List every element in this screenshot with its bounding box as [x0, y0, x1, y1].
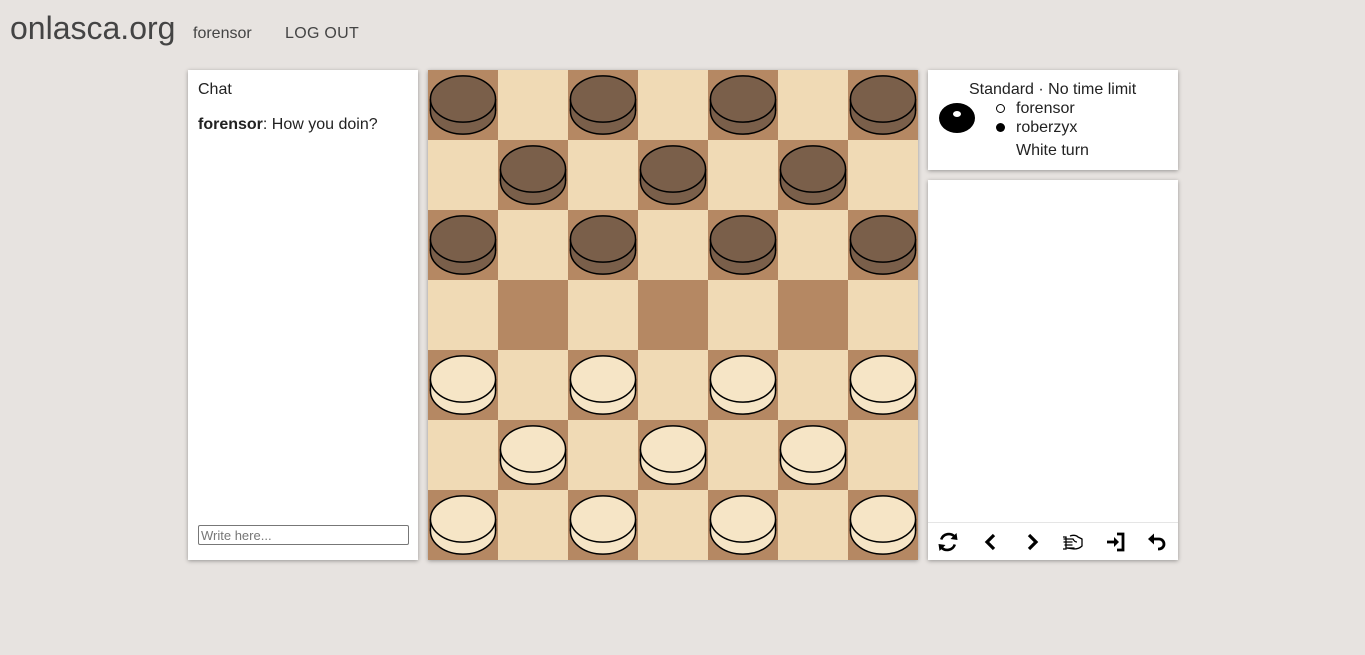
- black-piece[interactable]: [429, 215, 497, 275]
- white-piece[interactable]: [499, 425, 567, 485]
- black-player-dot: [996, 123, 1005, 132]
- top-bar: onlasca.org forensor LOG OUT: [0, 0, 1365, 60]
- chat-message-text: : How you doin?: [262, 116, 378, 133]
- board-square[interactable]: [638, 210, 708, 280]
- board-square[interactable]: [428, 280, 498, 350]
- logout-button[interactable]: LOG OUT: [285, 25, 359, 43]
- black-piece[interactable]: [709, 75, 777, 135]
- white-piece[interactable]: [849, 355, 917, 415]
- board-square[interactable]: [778, 490, 848, 560]
- game-title: Standard · No time limit: [969, 81, 1137, 98]
- nav-username[interactable]: forensor: [193, 25, 252, 43]
- chat-message: forensor: How you doin?: [198, 116, 378, 134]
- next-move-icon: [1027, 533, 1039, 551]
- board-square[interactable]: [638, 490, 708, 560]
- turn-status: White turn: [1016, 142, 1089, 159]
- resign-icon: [1107, 532, 1125, 552]
- board-square[interactable]: [848, 280, 918, 350]
- black-piece[interactable]: [569, 215, 637, 275]
- board-square[interactable]: [638, 350, 708, 420]
- white-piece[interactable]: [779, 425, 847, 485]
- chat-message-author: forensor: [198, 116, 263, 133]
- white-piece[interactable]: [569, 355, 637, 415]
- board-square[interactable]: [428, 140, 498, 210]
- white-piece[interactable]: [569, 495, 637, 555]
- board-square[interactable]: [778, 70, 848, 140]
- white-piece[interactable]: [849, 495, 917, 555]
- board-square[interactable]: [498, 350, 568, 420]
- white-player-dot: [996, 104, 1005, 113]
- moves-panel: [928, 180, 1178, 560]
- game-controls: [928, 522, 1178, 560]
- board-square[interactable]: [708, 420, 778, 490]
- black-piece[interactable]: [499, 145, 567, 205]
- board-square[interactable]: [428, 420, 498, 490]
- black-piece[interactable]: [849, 75, 917, 135]
- black-piece[interactable]: [849, 215, 917, 275]
- chat-title: Chat: [198, 81, 232, 98]
- white-player-name[interactable]: forensor: [1016, 100, 1075, 118]
- previous-move-button[interactable]: [979, 530, 1003, 554]
- board-square[interactable]: [498, 210, 568, 280]
- board-square[interactable]: [708, 140, 778, 210]
- black-player-name[interactable]: roberzyx: [1016, 119, 1077, 137]
- board-square[interactable]: [848, 420, 918, 490]
- flip-board-icon: [938, 532, 958, 552]
- undo-button[interactable]: [1145, 530, 1169, 554]
- white-piece[interactable]: [429, 495, 497, 555]
- offer-draw-button[interactable]: [1061, 530, 1085, 554]
- board-square[interactable]: [778, 350, 848, 420]
- board-square[interactable]: [498, 280, 568, 350]
- undo-icon: [1148, 533, 1166, 551]
- board-square[interactable]: [778, 280, 848, 350]
- black-piece[interactable]: [569, 75, 637, 135]
- board-square[interactable]: [498, 490, 568, 560]
- flip-board-button[interactable]: [936, 530, 960, 554]
- white-piece[interactable]: [709, 495, 777, 555]
- board-square[interactable]: [498, 70, 568, 140]
- black-piece[interactable]: [429, 75, 497, 135]
- white-piece[interactable]: [709, 355, 777, 415]
- board-square[interactable]: [568, 420, 638, 490]
- offer-draw-icon: [1063, 534, 1083, 550]
- board-square[interactable]: [778, 210, 848, 280]
- game-info-panel: Standard · No time limit forensor roberz…: [928, 70, 1178, 170]
- game-board[interactable]: [428, 70, 918, 560]
- white-piece[interactable]: [429, 355, 497, 415]
- board-square[interactable]: [638, 70, 708, 140]
- turn-indicator-icon: [939, 103, 975, 133]
- black-piece[interactable]: [779, 145, 847, 205]
- resign-button[interactable]: [1103, 530, 1127, 554]
- chat-panel: Chat forensor: How you doin?: [188, 70, 418, 560]
- white-piece[interactable]: [639, 425, 707, 485]
- board-square[interactable]: [708, 280, 778, 350]
- previous-move-icon: [984, 533, 996, 551]
- board-square[interactable]: [638, 280, 708, 350]
- board-square[interactable]: [848, 140, 918, 210]
- chat-input[interactable]: [198, 525, 409, 545]
- black-piece[interactable]: [639, 145, 707, 205]
- board-square[interactable]: [568, 280, 638, 350]
- black-piece[interactable]: [709, 215, 777, 275]
- site-logo[interactable]: onlasca.org: [10, 10, 175, 46]
- next-move-button[interactable]: [1020, 530, 1044, 554]
- board-square[interactable]: [568, 140, 638, 210]
